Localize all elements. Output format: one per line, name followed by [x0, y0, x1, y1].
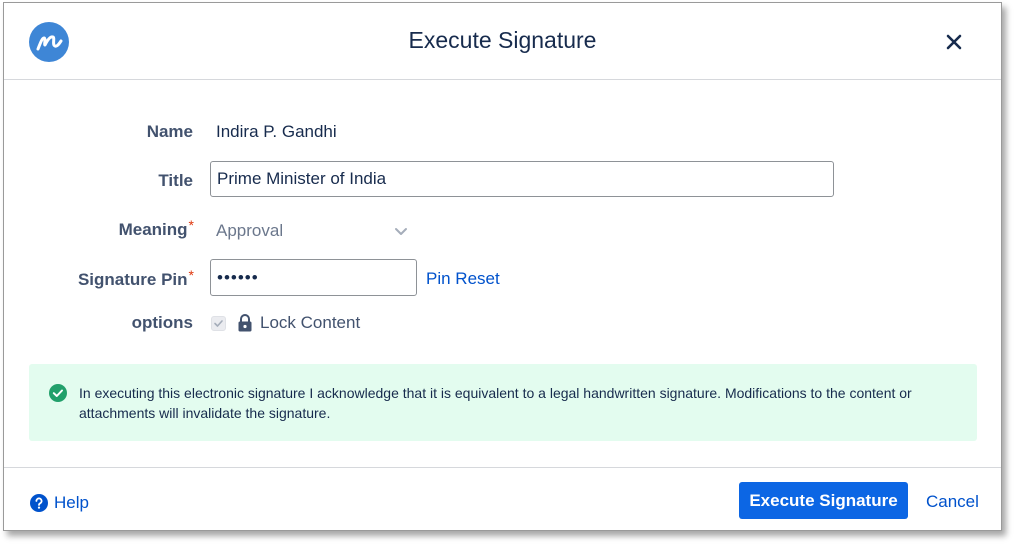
- signature-pin-label: Signature Pin*: [77, 267, 194, 289]
- help-icon[interactable]: [30, 494, 48, 517]
- title-label: Title: [158, 171, 193, 190]
- execute-signature-button[interactable]: Execute Signature: [739, 482, 908, 519]
- name-label: Name: [146, 122, 193, 141]
- chevron-down-icon[interactable]: [394, 224, 408, 242]
- execute-signature-dialog: Execute Signature Name Indira P. Gandhi …: [3, 2, 1002, 531]
- lock-content-checkbox[interactable]: [211, 316, 226, 331]
- options-label: options: [131, 313, 193, 332]
- dialog-header: Execute Signature: [4, 3, 1001, 80]
- signature-pin-input[interactable]: [210, 259, 417, 296]
- required-mark: *: [188, 217, 194, 233]
- dialog-title: Execute Signature: [408, 27, 597, 53]
- meaning-label: Meaning*: [118, 217, 194, 239]
- meaning-select[interactable]: Approval: [216, 221, 283, 241]
- notice-text: In executing this electronic signature I…: [79, 385, 912, 421]
- pin-reset-link[interactable]: Pin Reset: [426, 269, 500, 289]
- lock-icon: [237, 313, 253, 338]
- name-value: Indira P. Gandhi: [216, 122, 337, 141]
- acknowledgement-notice: In executing this electronic signature I…: [29, 364, 977, 441]
- required-mark: *: [188, 267, 194, 283]
- close-icon[interactable]: [942, 30, 966, 54]
- dialog-footer: Help Execute Signature Cancel: [4, 467, 1001, 531]
- check-circle-icon: [49, 384, 67, 407]
- cancel-button[interactable]: Cancel: [926, 492, 979, 512]
- lock-content-label: Lock Content: [260, 313, 361, 332]
- title-input[interactable]: [210, 161, 834, 197]
- help-link[interactable]: Help: [54, 493, 89, 513]
